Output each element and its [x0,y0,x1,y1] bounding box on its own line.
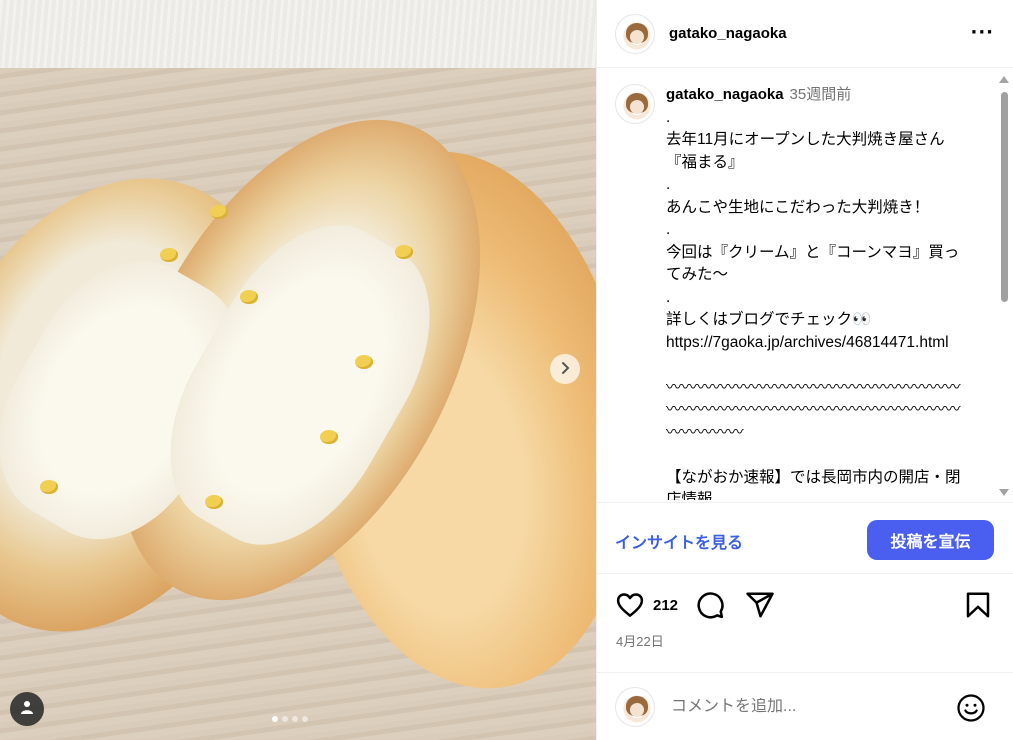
carousel-dot [302,716,308,722]
avatar[interactable] [615,84,655,124]
image-corn [160,248,178,262]
caption-text: . 去年11月にオープンした大判焼き屋さん『福まる』 . あんこや生地にこだわっ… [666,108,961,501]
scroll-up-arrow[interactable] [999,76,1009,83]
post-action-bar: 212 [597,585,1013,625]
image-corn [395,245,413,259]
user-tag-icon [19,699,35,719]
avatar[interactable] [615,13,655,54]
carousel-dot [282,716,288,722]
post-header: gatako_nagaoka ··· [597,0,1013,68]
image-corn [320,430,338,444]
emoji-icon[interactable] [956,693,986,727]
share-icon[interactable] [745,590,775,624]
caption-scroll-area[interactable]: gatako_nagaoka 35週間前 . 去年11月にオープンした大判焼き屋さ… [597,70,1013,500]
tagged-users-button[interactable] [10,692,44,726]
instagram-post-modal: gatako_nagaoka ··· gatako_nagaoka 35週間前 .… [0,0,1013,740]
image-corn [240,290,258,304]
caption: gatako_nagaoka 35週間前 . 去年11月にオープンした大判焼き屋さ… [615,84,971,500]
likes-count[interactable]: 212 [653,597,678,614]
comment-icon[interactable] [695,590,725,624]
post-author-username[interactable]: gatako_nagaoka [669,25,787,42]
caption-scrollbar[interactable] [999,76,1009,496]
scroll-down-arrow[interactable] [999,489,1009,496]
view-insights-link[interactable]: インサイトを見る [615,529,743,553]
carousel-dot [292,716,298,722]
more-options-button[interactable]: ··· [970,22,994,43]
caption-time[interactable]: 35週間前 [790,86,852,103]
post-side-panel: gatako_nagaoka ··· gatako_nagaoka 35週間前 .… [596,0,1013,740]
chevron-right-icon [558,360,572,379]
carousel-indicator [272,716,308,722]
add-comment-bar [597,672,1013,740]
comment-input[interactable] [671,697,941,716]
carousel-dot-active [272,716,278,722]
image-corn [40,480,58,494]
avatar [615,686,655,727]
promote-post-button[interactable]: 投稿を宣伝 [867,520,994,560]
caption-username[interactable]: gatako_nagaoka [666,86,784,103]
image-corn [210,205,228,219]
post-image[interactable] [0,0,596,740]
next-image-button[interactable] [550,354,580,384]
owner-actions: インサイトを見る 投稿を宣伝 [597,502,1013,574]
image-corn [355,355,373,369]
bookmark-icon[interactable] [963,590,993,624]
heart-icon[interactable] [615,590,645,624]
scroll-thumb[interactable] [1001,92,1008,302]
post-date[interactable]: 4月22日 [616,631,664,650]
image-corn [205,495,223,509]
image-background-wall [0,0,596,68]
caption-body: gatako_nagaoka 35週間前 . 去年11月にオープンした大判焼き屋さ… [666,84,971,500]
